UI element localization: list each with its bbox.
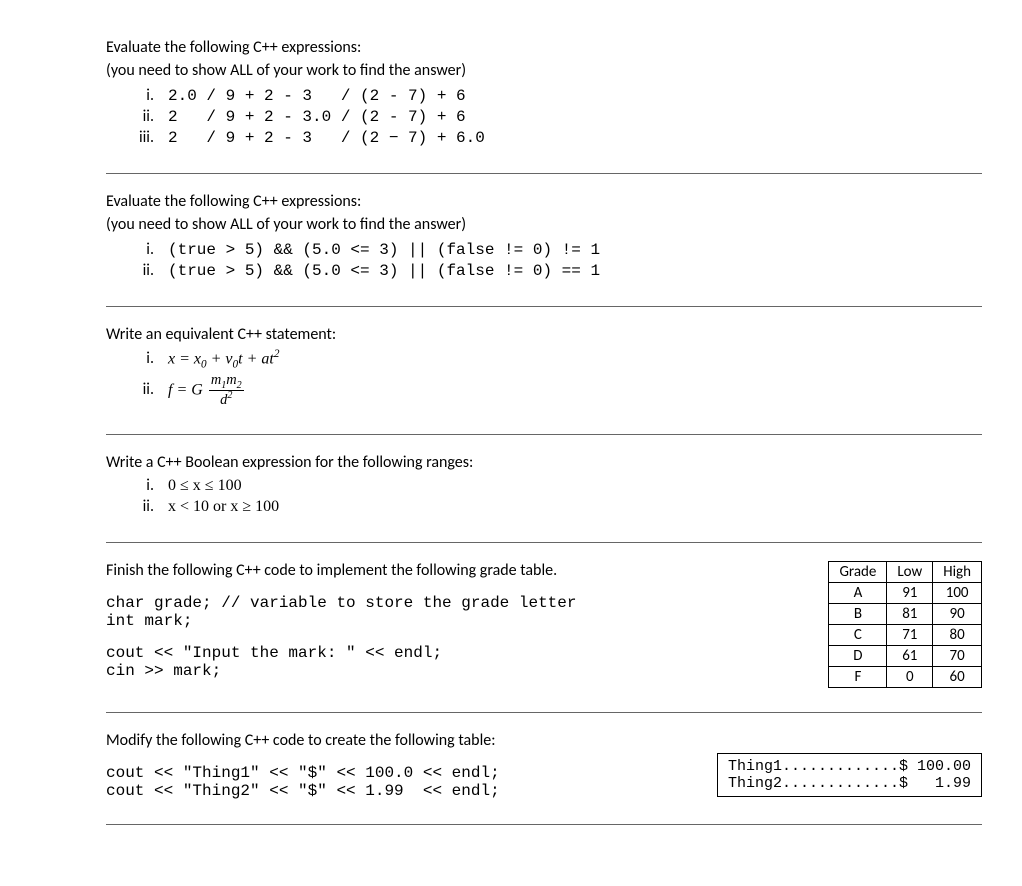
var-t: t (238, 350, 242, 367)
item-marker: i. (126, 240, 168, 259)
q2-subprompt: (you need to show ALL of your work to fi… (106, 215, 982, 234)
item-marker: ii. (126, 107, 168, 126)
output-box: Thing1.............$ 100.00 Thing2......… (717, 753, 982, 797)
math-equation-2: f = G m1m2 d2 (168, 373, 246, 408)
code-expression: 2.0 / 9 + 2 - 3 / (2 - 7) + 6 (168, 87, 466, 105)
col-high: High (933, 561, 982, 582)
sup-2: 2 (274, 348, 280, 360)
question-4: Write a C++ Boolean expression for the f… (106, 435, 982, 543)
code-expression: 2 / 9 + 2 - 3 / (2 − 7) + 6.0 (168, 129, 485, 147)
table-row: A91100 (829, 582, 982, 603)
math-equation-1: x = x0 + v0t + at2 (168, 348, 279, 371)
list-item: i. (true > 5) && (5.0 <= 3) || (false !=… (126, 240, 982, 259)
code-expression: (true > 5) && (5.0 <= 3) || (false != 0)… (168, 262, 600, 280)
denominator: d2 (209, 391, 244, 407)
q1-prompt: Evaluate the following C++ expressions: (106, 38, 982, 57)
sub-0: 0 (201, 359, 207, 371)
code-expression: (true > 5) && (5.0 <= 3) || (false != 0)… (168, 241, 600, 259)
list-item: iii. 2 / 9 + 2 - 3 / (2 − 7) + 6.0 (126, 128, 982, 147)
var-v0: v (225, 350, 232, 367)
question-2: Evaluate the following C++ expressions: … (106, 174, 982, 307)
list-item: i. 0 ≤ x ≤ 100 (126, 476, 982, 495)
grade-table: Grade Low High A91100 B8190 C7180 D6170 … (828, 561, 982, 688)
q2-items: i. (true > 5) && (5.0 <= 3) || (false !=… (126, 240, 982, 280)
range-expression: x < 10 or x ≥ 100 (168, 498, 279, 516)
item-marker: ii. (126, 380, 168, 399)
fraction: m1m2 d2 (209, 373, 244, 408)
col-grade: Grade (829, 561, 887, 582)
col-low: Low (887, 561, 933, 582)
q3-items: i. x = x0 + v0t + at2 ii. f = G m1m2 d2 (126, 348, 982, 408)
list-item: ii. f = G m1m2 d2 (126, 373, 982, 408)
code-block-1: char grade; // variable to store the gra… (106, 594, 798, 630)
list-item: ii. 2 / 9 + 2 - 3.0 / (2 - 7) + 6 (126, 107, 982, 126)
q3-prompt: Write an equivalent C++ statement: (106, 325, 982, 344)
item-marker: ii. (126, 261, 168, 280)
question-5: Finish the following C++ code to impleme… (106, 543, 982, 713)
q2-prompt: Evaluate the following C++ expressions: (106, 192, 982, 211)
list-item: ii. (true > 5) && (5.0 <= 3) || (false !… (126, 261, 982, 280)
table-row: F060 (829, 666, 982, 687)
q1-subprompt: (you need to show ALL of your work to fi… (106, 61, 982, 80)
item-marker: i. (126, 476, 168, 495)
item-marker: ii. (126, 497, 168, 516)
var-x: x (168, 350, 175, 367)
range-expression: 0 ≤ x ≤ 100 (168, 477, 242, 495)
question-6: Modify the following C++ code to create … (106, 713, 982, 825)
table-row: C7180 (829, 624, 982, 645)
code-block: cout << "Thing1" << "$" << 100.0 << endl… (106, 764, 687, 800)
q6-prompt: Modify the following C++ code to create … (106, 731, 687, 750)
table-row: B8190 (829, 603, 982, 624)
item-marker: i. (126, 86, 168, 105)
question-1: Evaluate the following C++ expressions: … (106, 20, 982, 174)
code-expression: 2 / 9 + 2 - 3.0 / (2 - 7) + 6 (168, 108, 466, 126)
var-x0: x (194, 350, 201, 367)
q5-prompt: Finish the following C++ code to impleme… (106, 561, 798, 580)
table-header-row: Grade Low High (829, 561, 982, 582)
var-f: f (168, 381, 172, 398)
question-3: Write an equivalent C++ statement: i. x … (106, 307, 982, 435)
table-row: D6170 (829, 645, 982, 666)
list-item: ii. x < 10 or x ≥ 100 (126, 497, 982, 516)
item-marker: i. (126, 349, 168, 368)
q4-items: i. 0 ≤ x ≤ 100 ii. x < 10 or x ≥ 100 (126, 476, 982, 516)
var-g: G (191, 381, 203, 398)
code-block-2: cout << "Input the mark: " << endl; cin … (106, 644, 798, 680)
list-item: i. 2.0 / 9 + 2 - 3 / (2 - 7) + 6 (126, 86, 982, 105)
q4-prompt: Write a C++ Boolean expression for the f… (106, 453, 982, 472)
numerator: m1m2 (209, 373, 244, 392)
item-marker: iii. (126, 128, 168, 147)
q1-items: i. 2.0 / 9 + 2 - 3 / (2 - 7) + 6 ii. 2 /… (126, 86, 982, 147)
list-item: i. x = x0 + v0t + at2 (126, 348, 982, 371)
